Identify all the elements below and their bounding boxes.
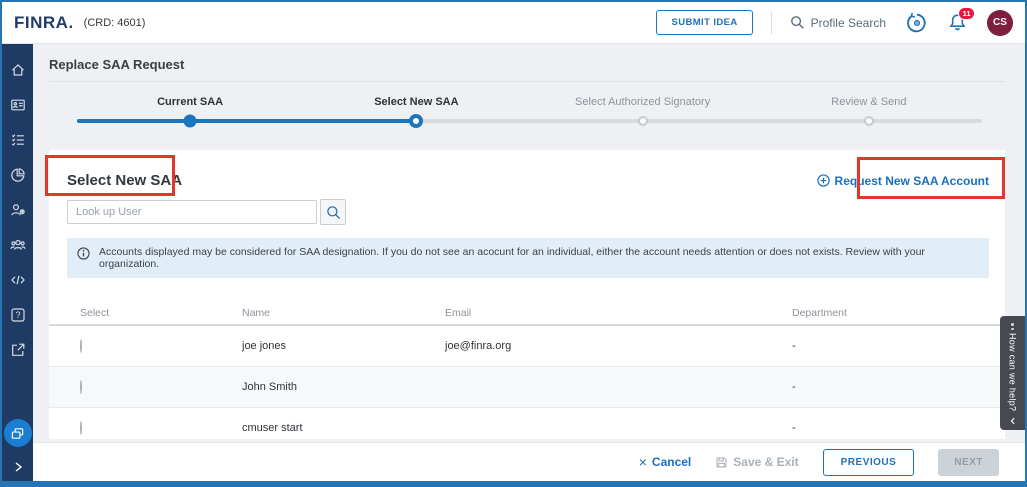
table-row: cmuser start - <box>49 408 1005 439</box>
column-header-name: Name <box>242 307 445 319</box>
recently-viewed-button[interactable] <box>906 12 928 34</box>
main-content: Replace SAA Request Current SAA Select N… <box>33 44 1025 481</box>
user-settings-icon[interactable] <box>2 192 33 227</box>
search-button[interactable] <box>320 199 346 225</box>
code-icon[interactable] <box>2 262 33 297</box>
select-radio[interactable] <box>80 339 82 353</box>
crd-label: (CRD: 4601) <box>84 17 146 29</box>
workspace: ? Replace SAA Request Current SAA Select… <box>2 44 1025 481</box>
id-card-icon[interactable] <box>2 87 33 122</box>
notification-badge: 11 <box>958 7 975 20</box>
stepper: Current SAA Select New SAA Select Author… <box>77 92 982 138</box>
help-icon[interactable]: ? <box>2 297 33 332</box>
step-label-current-saa: Current SAA <box>157 96 223 108</box>
window-switcher-icon <box>10 426 25 441</box>
section-title: Select New SAA <box>67 172 182 189</box>
cell-department: - <box>792 422 1005 434</box>
topbar-divider <box>771 12 772 34</box>
cell-department: - <box>792 340 1005 352</box>
next-button[interactable]: NEXT <box>938 449 999 476</box>
user-search <box>49 197 1005 225</box>
cell-name: John Smith <box>242 381 445 393</box>
select-radio[interactable] <box>80 421 82 435</box>
panel-header: Select New SAA Request New SAA Account <box>49 150 1005 197</box>
search-icon <box>326 205 341 220</box>
step-label-select-new-saa: Select New SAA <box>374 96 458 108</box>
info-banner-text: Accounts displayed may be considered for… <box>99 246 979 270</box>
stepper-progress-fill <box>77 119 416 123</box>
stepper-track <box>77 119 982 123</box>
request-link-label: Request New SAA Account <box>835 174 989 188</box>
pie-chart-icon[interactable] <box>2 157 33 192</box>
home-icon[interactable] <box>2 52 33 87</box>
cell-name: cmuser start <box>242 422 445 434</box>
sidebar-nav: ? <box>2 44 33 481</box>
step-label-select-authorized-signatory: Select Authorized Signatory <box>575 96 710 108</box>
grip-icon <box>1011 323 1014 330</box>
save-exit-label: Save & Exit <box>733 455 798 469</box>
save-exit-button[interactable]: Save & Exit <box>715 455 798 469</box>
page-title: Replace SAA Request <box>49 44 1005 82</box>
info-icon <box>77 246 90 260</box>
cell-name: joe jones <box>242 340 445 352</box>
look-up-user-input[interactable] <box>67 200 317 224</box>
external-link-icon[interactable] <box>2 332 33 367</box>
window-switcher-button[interactable] <box>4 419 32 447</box>
cell-department: - <box>792 381 1005 393</box>
sidebar-bottom <box>2 419 33 481</box>
team-icon[interactable] <box>2 227 33 262</box>
step-dot-upcoming <box>864 116 874 126</box>
save-icon <box>715 456 728 469</box>
info-banner: Accounts displayed may be considered for… <box>67 238 989 278</box>
top-bar: FINRA. (CRD: 4601) SUBMIT IDEA Profile S… <box>2 2 1025 44</box>
table-row: joe jones joe@finra.org - <box>49 326 1005 367</box>
select-new-saa-panel: Select New SAA Request New SAA Account <box>49 150 1005 439</box>
expand-chevron-icon[interactable] <box>2 455 33 479</box>
step-dot-active <box>409 114 423 128</box>
select-radio[interactable] <box>80 380 82 394</box>
finra-logo: FINRA. <box>14 13 74 33</box>
column-header-department: Department <box>792 307 1005 319</box>
close-icon: × <box>639 454 647 470</box>
table-header-row: Select Name Email Department <box>49 302 1005 326</box>
chevron-left-icon <box>1009 417 1017 425</box>
help-widget-tab[interactable]: How can we help? <box>1000 316 1025 430</box>
cancel-button[interactable]: × Cancel <box>639 454 692 470</box>
app-window: { "header": { "logo_text": "FINRA.", "cr… <box>0 0 1027 487</box>
cell-email: joe@finra.org <box>445 340 792 352</box>
help-tab-label: How can we help? <box>1008 333 1018 417</box>
avatar[interactable]: CS <box>987 10 1013 36</box>
recently-viewed-icon <box>906 12 928 34</box>
notifications-button[interactable]: 11 <box>948 13 967 32</box>
profile-search-label: Profile Search <box>811 16 886 30</box>
svg-text:?: ? <box>15 310 20 320</box>
submit-idea-button[interactable]: SUBMIT IDEA <box>656 10 752 35</box>
checklist-icon[interactable] <box>2 122 33 157</box>
wizard-footer: × Cancel Save & Exit PREVIOUS NEXT <box>33 442 1025 481</box>
profile-search-button[interactable]: Profile Search <box>790 15 886 30</box>
column-header-select: Select <box>80 307 242 319</box>
plus-circle-icon <box>817 174 830 187</box>
column-header-email: Email <box>445 307 792 319</box>
table-row: John Smith - <box>49 367 1005 408</box>
cancel-label: Cancel <box>652 455 691 469</box>
step-dot-completed <box>184 115 197 128</box>
request-new-saa-account-link[interactable]: Request New SAA Account <box>817 174 989 188</box>
previous-button[interactable]: PREVIOUS <box>823 449 915 476</box>
step-dot-upcoming <box>638 116 648 126</box>
step-label-review-send: Review & Send <box>831 96 906 108</box>
saa-accounts-table: Select Name Email Department joe jones j… <box>49 302 1005 439</box>
search-icon <box>790 15 805 30</box>
